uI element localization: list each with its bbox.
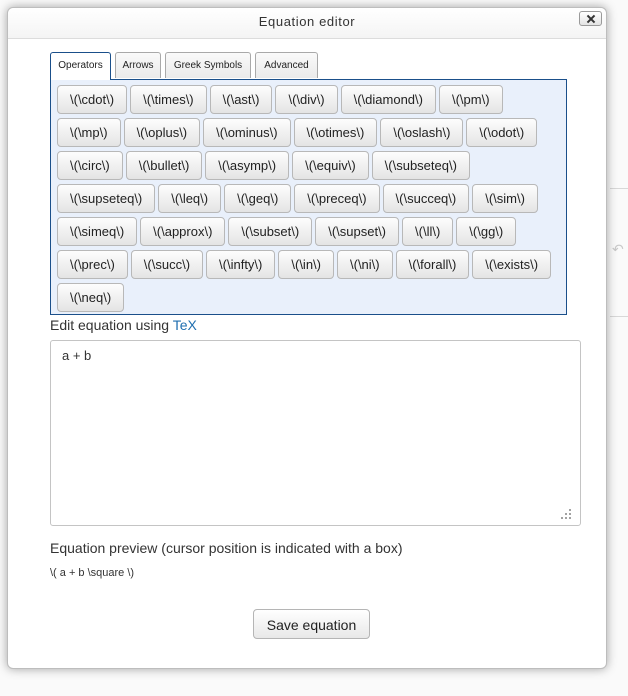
operator-button[interactable]: \(\sim\) <box>472 184 538 213</box>
operator-button[interactable]: \(\mp\) <box>57 118 121 147</box>
operator-button[interactable]: \(\ll\) <box>402 217 454 246</box>
operator-button[interactable]: \(\geq\) <box>224 184 292 213</box>
dialog-title: Equation editor <box>258 14 356 29</box>
operator-button[interactable]: \(\simeq\) <box>57 217 138 246</box>
operator-button[interactable]: \(\ni\) <box>337 250 393 279</box>
background-undo-icon: ↶ <box>612 241 624 257</box>
operator-button[interactable]: \(\oplus\) <box>123 118 201 147</box>
operator-button[interactable]: \(\circ\) <box>57 151 123 180</box>
edit-equation-label: Edit equation using TeX <box>50 317 197 333</box>
operator-button[interactable]: \(\forall\) <box>395 250 470 279</box>
operators-panel: \(\cdot\) \(\times\) \(\ast\) \(\div\) \(\di… <box>50 79 567 315</box>
operator-button[interactable]: \(\supseteq\) <box>57 184 156 213</box>
operator-button[interactable]: \(\times\) <box>130 85 207 114</box>
operator-button[interactable]: \(\infty\) <box>206 250 276 279</box>
background-divider <box>610 316 628 317</box>
background-divider <box>610 188 628 189</box>
operator-button[interactable]: \(\asymp\) <box>205 151 290 180</box>
operator-button[interactable]: \(\preceq\) <box>294 184 380 213</box>
operator-button[interactable]: \(\in\) <box>278 250 334 279</box>
equation-preview: \( a + b \square \) <box>50 567 135 579</box>
operator-button[interactable]: \(\otimes\) <box>293 118 378 147</box>
operator-button[interactable]: \(\odot\) <box>466 118 538 147</box>
dialog-header: Equation editor <box>8 8 606 39</box>
operator-button[interactable]: \(\equiv\) <box>292 151 369 180</box>
operator-button[interactable]: \(\subset\) <box>228 217 313 246</box>
tab-operators[interactable]: Operators <box>50 52 111 80</box>
preview-label: Equation preview (cursor position is ind… <box>50 540 403 556</box>
operator-button[interactable]: \(\oslash\) <box>380 118 464 147</box>
operator-button[interactable]: \(\bullet\) <box>125 151 203 180</box>
equation-textarea[interactable] <box>50 340 581 526</box>
operator-button-grid: \(\cdot\) \(\times\) \(\ast\) \(\div\) \(\di… <box>57 85 563 312</box>
tab-greek-symbols[interactable]: Greek Symbols <box>165 52 251 78</box>
operator-button[interactable]: \(\pm\) <box>438 85 503 114</box>
operator-button[interactable]: \(\div\) <box>275 85 338 114</box>
operator-button[interactable]: \(\neq\) <box>57 283 125 312</box>
operator-button[interactable]: \(\succeq\) <box>382 184 470 213</box>
operator-button[interactable]: \(\ast\) <box>209 85 273 114</box>
equation-editor-dialog: Equation editor Operators Arrows Greek S… <box>7 7 607 669</box>
operator-button[interactable]: \(\succ\) <box>130 250 204 279</box>
operator-button[interactable]: \(\supset\) <box>315 217 400 246</box>
tex-link[interactable]: TeX <box>173 317 197 333</box>
operator-button[interactable]: \(\gg\) <box>456 217 517 246</box>
operator-button[interactable]: \(\exists\) <box>472 250 552 279</box>
operator-button[interactable]: \(\prec\) <box>57 250 128 279</box>
tab-advanced[interactable]: Advanced <box>255 52 318 78</box>
save-equation-button[interactable]: Save equation <box>253 609 370 639</box>
operator-button[interactable]: \(\approx\) <box>140 217 226 246</box>
operator-button[interactable]: \(\diamond\) <box>340 85 436 114</box>
tab-arrows[interactable]: Arrows <box>115 52 161 78</box>
operator-button[interactable]: \(\leq\) <box>158 184 222 213</box>
close-icon[interactable] <box>579 11 602 26</box>
operator-button[interactable]: \(\cdot\) <box>57 85 128 114</box>
operator-button[interactable]: \(\ominus\) <box>203 118 291 147</box>
resize-handle-icon[interactable] <box>560 508 572 520</box>
operator-button[interactable]: \(\subseteq\) <box>371 151 470 180</box>
edit-label-text: Edit equation using <box>50 317 173 333</box>
